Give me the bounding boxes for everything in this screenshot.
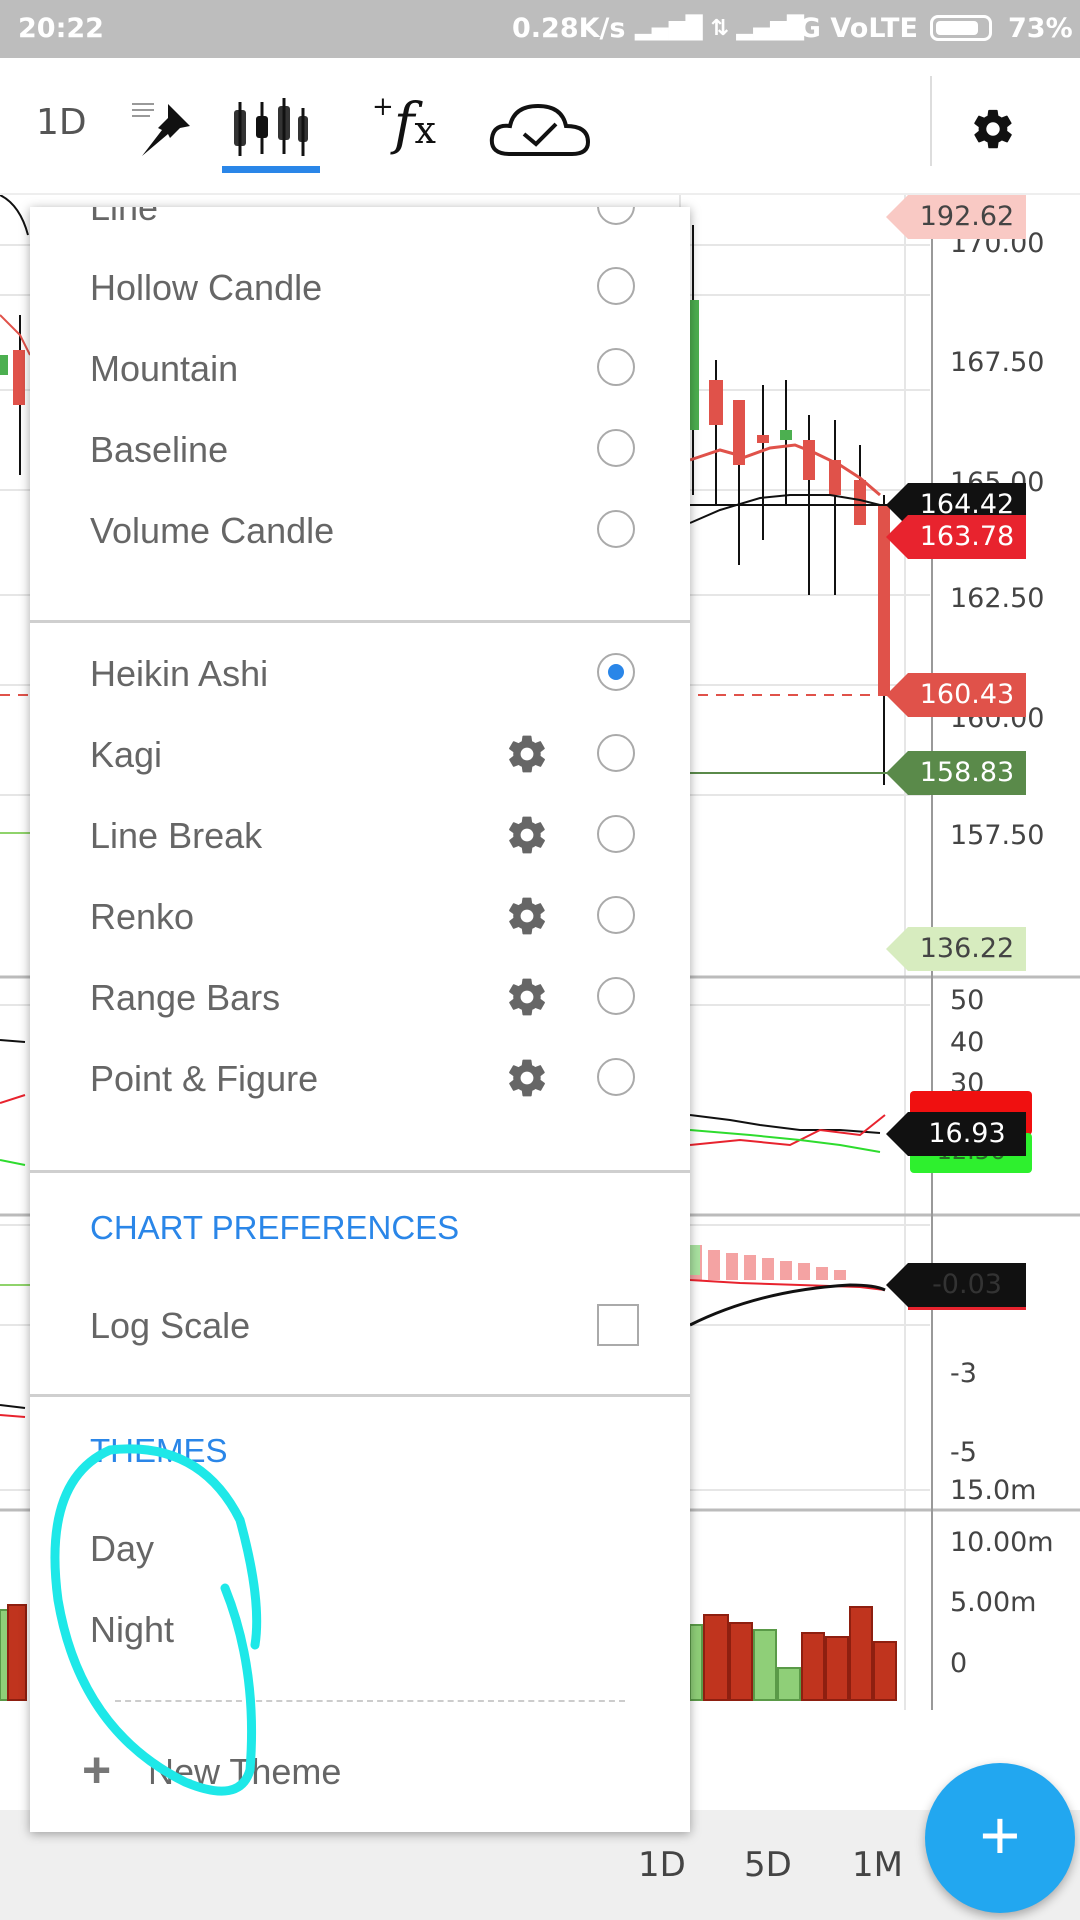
menu-item-range-bars[interactable]: Range Bars xyxy=(30,959,690,1039)
price-axis-label: 157.50 xyxy=(950,820,1045,851)
menu-item-label: Hollow Candle xyxy=(90,267,323,308)
log-scale-row[interactable]: Log Scale xyxy=(30,1287,690,1367)
range-button-1d[interactable]: 1D xyxy=(638,1845,686,1885)
menu-item-label: Mountain xyxy=(90,348,239,389)
battery-icon xyxy=(930,15,992,41)
drawing-pin-icon[interactable] xyxy=(128,98,198,158)
theme-item-day[interactable]: Day xyxy=(30,1510,690,1590)
status-bar: 20:22 0.28K/s ▂▄▆█ ⇅ ▂▄▆█ 4G VoLTE 73% xyxy=(0,0,1080,58)
signal-icon: ▂▄▆█ ⇅ ▂▄▆█ xyxy=(635,16,805,41)
new-theme-button[interactable]: + New Theme xyxy=(30,1733,690,1813)
menu-item-baseline[interactable]: Baseline xyxy=(30,411,690,491)
chart-type-tab[interactable] xyxy=(222,88,320,173)
volume-axis-label: 10.00m xyxy=(950,1527,1054,1558)
radio-kagi[interactable] xyxy=(597,734,635,772)
menu-item-label: Point & Figure xyxy=(90,1058,319,1099)
gear-icon[interactable] xyxy=(970,106,1016,152)
add-fab-button[interactable]: + xyxy=(925,1763,1075,1913)
menu-item-label: Line Break xyxy=(90,815,263,856)
menu-item-renko[interactable]: Renko xyxy=(30,878,690,958)
theme-label: Night xyxy=(90,1609,175,1650)
menu-item-line[interactable]: Line xyxy=(30,207,690,249)
kagi-settings-gear-icon[interactable] xyxy=(505,732,549,776)
range-bars-settings-gear-icon[interactable] xyxy=(505,975,549,1019)
volume-axis-label: 5.00m xyxy=(950,1587,1037,1618)
price-tag: 158.83 xyxy=(886,751,1026,795)
radio-line[interactable] xyxy=(597,207,635,225)
macd-axis-label: -5 xyxy=(950,1437,977,1468)
toolbar: 1D +𝑓x xyxy=(0,58,1080,195)
radio-baseline[interactable] xyxy=(597,429,635,467)
macd-price-tag: -0.03 xyxy=(886,1263,1026,1310)
plus-icon: + xyxy=(82,1742,112,1798)
osc-price-tag: 16.93 xyxy=(886,1112,1026,1156)
plus-icon: + xyxy=(979,1796,1021,1874)
radio-heikin-ashi[interactable] xyxy=(597,653,635,691)
menu-item-kagi[interactable]: Kagi xyxy=(30,716,690,796)
candlestick-chart-icon xyxy=(234,98,308,156)
status-time: 20:22 xyxy=(18,13,104,44)
menu-item-label: Line xyxy=(90,207,159,228)
range-button-1m[interactable]: 1M xyxy=(852,1845,903,1885)
status-battery: 73% xyxy=(1008,13,1073,44)
cloud-check-icon[interactable] xyxy=(488,100,594,160)
menu-item-hollow-candle[interactable]: Hollow Candle xyxy=(30,249,690,329)
themes-heading: THEMES xyxy=(90,1432,228,1469)
menu-item-line-break[interactable]: Line Break xyxy=(30,797,690,877)
menu-divider xyxy=(30,1394,690,1397)
new-theme-label: New Theme xyxy=(148,1751,342,1792)
menu-item-point-figure[interactable]: Point & Figure xyxy=(30,1040,690,1120)
price-tag: 160.43 xyxy=(886,673,1026,717)
themes-divider xyxy=(115,1700,625,1702)
volume-axis-label: 0 xyxy=(950,1648,968,1679)
menu-divider xyxy=(30,1170,690,1173)
menu-item-label: Baseline xyxy=(90,429,229,470)
menu-divider xyxy=(30,620,690,623)
volume-axis-label: 15.0m xyxy=(950,1475,1037,1506)
price-tag: 136.22 xyxy=(886,927,1026,971)
theme-label: Day xyxy=(90,1528,155,1569)
menu-item-volume-candle[interactable]: Volume Candle xyxy=(30,492,690,572)
point-figure-settings-gear-icon[interactable] xyxy=(505,1056,549,1100)
status-speed: 0.28K/s xyxy=(512,13,626,44)
osc-axis-label: 40 xyxy=(950,1027,985,1058)
interval-button[interactable]: 1D xyxy=(36,102,87,143)
radio-mountain[interactable] xyxy=(597,348,635,386)
osc-axis-label: 50 xyxy=(950,985,985,1016)
chart-preferences-heading: CHART PREFERENCES xyxy=(90,1209,460,1246)
toolbar-divider xyxy=(930,76,932,166)
price-tag: 163.78 xyxy=(886,515,1026,559)
menu-item-mountain[interactable]: Mountain xyxy=(30,330,690,410)
radio-hollow-candle[interactable] xyxy=(597,267,635,305)
radio-point-figure[interactable] xyxy=(597,1058,635,1096)
theme-item-night[interactable]: Night xyxy=(30,1591,690,1671)
price-axis-label: 167.50 xyxy=(950,347,1045,378)
radio-volume-candle[interactable] xyxy=(597,510,635,548)
price-axis-label: 162.50 xyxy=(950,583,1045,614)
log-scale-checkbox[interactable] xyxy=(597,1304,639,1346)
menu-item-label: Renko xyxy=(90,896,195,937)
macd-axis-label: -3 xyxy=(950,1358,977,1389)
line-break-settings-gear-icon[interactable] xyxy=(505,813,549,857)
function-fx-icon[interactable]: +𝑓x xyxy=(372,92,436,157)
menu-item-label: Heikin Ashi xyxy=(90,653,269,694)
radio-line-break[interactable] xyxy=(597,815,635,853)
log-scale-label: Log Scale xyxy=(90,1305,251,1346)
range-button-5d[interactable]: 5D xyxy=(744,1845,792,1885)
radio-range-bars[interactable] xyxy=(597,977,635,1015)
menu-item-label: Range Bars xyxy=(90,977,281,1018)
menu-item-heikin-ashi[interactable]: Heikin Ashi xyxy=(30,635,690,715)
chart-type-menu: Line Hollow Candle Mountain Baseline Vol… xyxy=(30,207,690,1832)
menu-item-label: Kagi xyxy=(90,734,163,775)
menu-item-label: Volume Candle xyxy=(90,510,335,551)
radio-renko[interactable] xyxy=(597,896,635,934)
price-tag: 192.62 xyxy=(886,195,1026,239)
renko-settings-gear-icon[interactable] xyxy=(505,894,549,938)
status-network: 4G VoLTE xyxy=(780,13,918,44)
